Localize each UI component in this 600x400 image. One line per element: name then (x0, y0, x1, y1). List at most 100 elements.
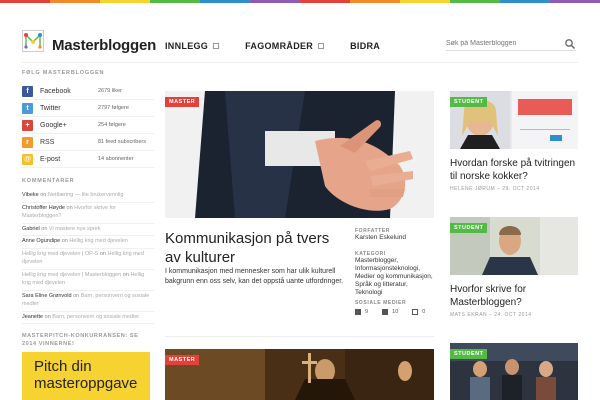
social-item-twitter[interactable]: t Twitter 2797 følgere (22, 100, 154, 117)
nav-item-fagomrader[interactable]: FAGOMRÅDER (245, 41, 325, 51)
category-tag[interactable]: MASTER (165, 97, 200, 107)
social-count: 2679 liker (98, 88, 122, 94)
comment-item: Hellig krig med djevelen | Masterbloggen… (22, 270, 154, 291)
side-article-meta: MATS EKRAN – 24. OCT 2014 (450, 312, 532, 318)
search-input[interactable] (446, 37, 560, 50)
social-list: f Facebook 2679 liker t Twitter 2797 føl… (22, 83, 154, 168)
category-list[interactable]: Masterblogger, Informasjonsteknologi, Me… (355, 257, 435, 297)
comment-on: on (122, 271, 129, 278)
comment-on: on (66, 204, 73, 211)
social-name: Twitter (40, 104, 61, 112)
category-tag[interactable]: STUDENT (450, 97, 488, 107)
comment-item: Christoffer Høyde on Hvorfor skrive for … (22, 203, 154, 224)
email-icon: @ (22, 153, 33, 165)
article-divider (165, 336, 434, 337)
side-article-1: STUDENT Hvordan forske på tvitringen til… (450, 91, 578, 192)
nav-label: INNLEGG (165, 41, 209, 51)
comment-on: on (73, 292, 80, 299)
site-logo-text[interactable]: Masterbloggen (52, 37, 156, 54)
social-item-facebook[interactable]: f Facebook 2679 liker (22, 83, 154, 100)
side-article-image[interactable]: STUDENT (450, 217, 578, 275)
author-name[interactable]: Karsten Eskelund (355, 234, 435, 242)
twitter-icon: t (22, 102, 33, 114)
second-article-image[interactable]: MASTER (165, 349, 434, 400)
comment-post-link[interactable]: Barn, personvern og sosiale medier (52, 314, 139, 320)
site-header: Masterbloggen INNLEGG FAGOMRÅDER BIDRA (0, 3, 600, 61)
main-nav: INNLEGG FAGOMRÅDER BIDRA (165, 41, 406, 51)
sidebar: FØLG MASTERBLOGGEN f Facebook 2679 liker… (22, 70, 154, 400)
featured-article-excerpt: I kommunikasjon med mennesker som har ul… (165, 268, 344, 285)
comment-author[interactable]: Vibeke (22, 192, 39, 198)
comment-icon (412, 309, 419, 315)
side-article-3: STUDENT (450, 343, 578, 400)
painting-image-icon (165, 349, 434, 400)
social-count: 254 følgere (98, 122, 126, 128)
social-count: 14 abonnenter (98, 156, 134, 162)
social-label: SOSIALE MEDIER (355, 300, 407, 306)
dropdown-indicator-icon (213, 43, 220, 49)
facebook-icon (382, 309, 389, 315)
featured-article-title[interactable]: Kommunikasjon på tvers av kulturer (165, 229, 345, 267)
comment-author[interactable]: Anne Ogundipe (22, 238, 60, 244)
comment-item: Hellig krig med djevelen | OP-S on Helli… (22, 249, 154, 270)
share-stats: 9 10 0 (355, 309, 435, 315)
logo-icon[interactable] (22, 30, 44, 52)
nav-label: BIDRA (350, 41, 381, 51)
category-tag[interactable]: STUDENT (450, 223, 488, 233)
comment-item: Gabriel on Vi mastere nye sprek (22, 224, 154, 236)
social-item-email[interactable]: @ E-post 14 abonnenter (22, 151, 154, 168)
comment-author[interactable]: Gabriel (22, 226, 40, 232)
facebook-icon: f (22, 85, 33, 97)
promo-banner[interactable]: Pitch din masteroppgave (22, 352, 150, 400)
comment-on: on (99, 250, 106, 257)
category-tag[interactable]: MASTER (165, 355, 200, 365)
facebook-count: 10 (392, 309, 399, 315)
twitter-share-count[interactable]: 9 (355, 309, 368, 315)
comment-author[interactable]: Hellig krig med djevelen | OP-S (22, 251, 98, 257)
article-meta: FORFATTER Karsten Eskelund KATEGORI Mast… (355, 228, 435, 315)
comment-count[interactable]: 0 (412, 309, 425, 315)
comment-post-link[interactable]: Nettlæring — lite brukervennlig (48, 192, 124, 198)
social-count: 2797 følgere (98, 105, 129, 111)
category-tag[interactable]: STUDENT (450, 349, 488, 359)
promo-heading[interactable]: MASTERPITCH-KONKURRANSEN: SE 2014 VINNER… (22, 332, 154, 348)
facebook-share-count[interactable]: 10 (382, 309, 398, 315)
twitter-icon (355, 309, 361, 315)
comment-item: Sara Eline Grønvold on Barn, personvern … (22, 291, 154, 312)
comment-author[interactable]: Jeanette (22, 314, 43, 320)
side-article-meta: HELENE JØRUM – 29. OCT 2014 (450, 186, 540, 192)
search-icon[interactable] (564, 38, 576, 50)
comments-count: 0 (422, 309, 426, 315)
comment-on: on (44, 313, 51, 320)
nav-item-bidra[interactable]: BIDRA (350, 41, 380, 51)
comment-post-link[interactable]: Vi mastere nye sprek (49, 226, 101, 232)
side-article-image[interactable]: STUDENT (450, 343, 578, 400)
promo-title: Pitch din masteroppgave (34, 358, 138, 392)
header-divider (22, 62, 578, 63)
social-name: Facebook (40, 87, 71, 95)
social-name: RSS (40, 138, 55, 146)
nav-item-innlegg[interactable]: INNLEGG (165, 41, 220, 51)
nav-label: FAGOMRÅDER (245, 41, 314, 51)
search-box (446, 37, 576, 51)
follow-heading: FØLG MASTERBLOGGEN (22, 70, 105, 76)
comment-author[interactable]: Christoffer Høyde (22, 205, 65, 211)
social-name: Google+ (40, 121, 67, 129)
comment-author[interactable]: Hellig krig med djevelen | Masterbloggen (22, 272, 121, 278)
dropdown-indicator-icon (318, 43, 325, 49)
comment-item: Anne Ogundipe on Hellig krig med djevele… (22, 236, 154, 249)
side-article-2: STUDENT Hvorfor skrive for Masterbloggen… (450, 217, 578, 318)
featured-article-image[interactable]: MASTER (165, 91, 434, 218)
comments-heading: KOMMENTARER (22, 178, 75, 184)
comment-post-link[interactable]: Hellig krig med djevelen (69, 238, 127, 244)
social-item-rss[interactable]: r RSS 81 feed subscribers (22, 134, 154, 151)
social-item-googleplus[interactable]: + Google+ 254 følgere (22, 117, 154, 134)
side-article-title[interactable]: Hvorfor skrive for Masterbloggen? (450, 283, 578, 309)
handshake-image-icon (165, 91, 434, 218)
social-name: E-post (40, 155, 61, 163)
comments-list: Vibeke on Nettlæring — lite brukervennli… (22, 190, 154, 324)
comment-item: Vibeke on Nettlæring — lite brukervennli… (22, 190, 154, 203)
side-article-title[interactable]: Hvordan forske på tvitringen til norske … (450, 157, 578, 183)
comment-author[interactable]: Sara Eline Grønvold (22, 293, 72, 299)
side-article-image[interactable]: STUDENT (450, 91, 578, 149)
